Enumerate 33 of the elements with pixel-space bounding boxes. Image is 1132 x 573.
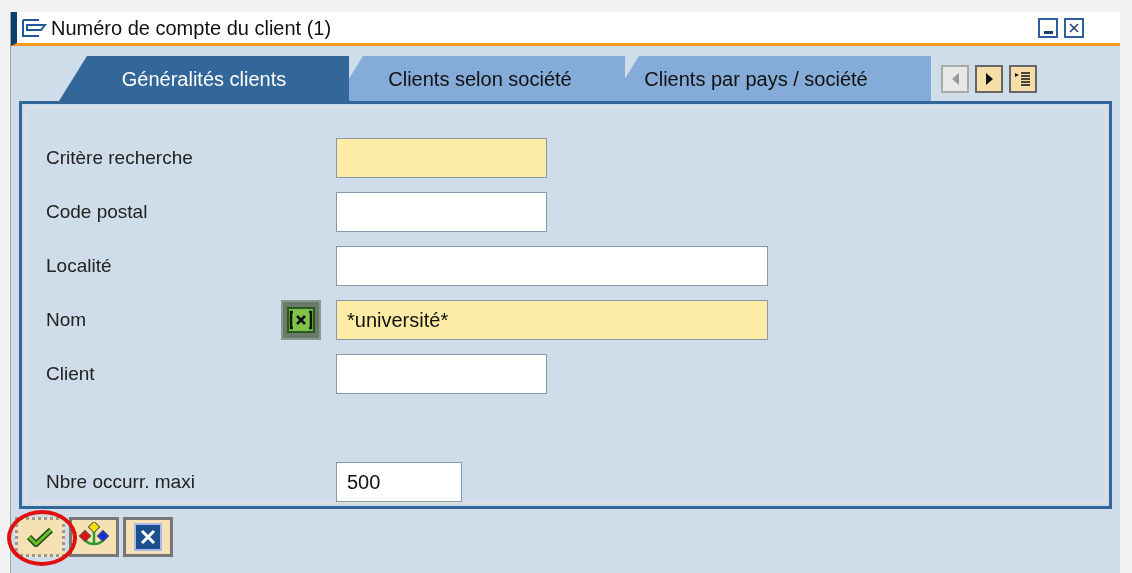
confirm-button[interactable] xyxy=(15,517,65,557)
field-label: Client xyxy=(45,361,96,386)
hierarchy-button[interactable] xyxy=(69,517,119,557)
input-field[interactable] xyxy=(336,138,547,178)
field-label: Critère recherche xyxy=(45,145,194,170)
tab[interactable]: Généralités clients xyxy=(59,56,349,101)
close-icon xyxy=(1069,22,1079,33)
multiple-selection-icon xyxy=(287,307,315,333)
close-button[interactable] xyxy=(1064,17,1084,38)
input-field[interactable] xyxy=(336,354,547,394)
input-field[interactable]: 500 xyxy=(336,462,462,502)
multiple-selection-button[interactable] xyxy=(281,300,321,340)
field-label: Nom xyxy=(45,307,88,332)
field-label: Code postal xyxy=(45,199,149,224)
cancel-button[interactable] xyxy=(123,517,173,557)
window-icon xyxy=(21,17,47,38)
scroll-right-button[interactable] xyxy=(975,65,1003,93)
left-triangle-icon xyxy=(951,73,959,85)
cancel-icon xyxy=(134,523,162,551)
input-field[interactable] xyxy=(336,192,547,232)
checkmark-icon xyxy=(27,527,53,547)
highlight-circle xyxy=(7,510,77,566)
minimize-button[interactable] xyxy=(1038,17,1058,38)
field-label: Nbre occurr. maxi xyxy=(45,469,196,494)
tab-overflow-edge xyxy=(901,56,931,101)
list-icon xyxy=(1015,71,1031,87)
tab-list-button[interactable] xyxy=(1009,65,1037,93)
input-field[interactable] xyxy=(336,246,768,286)
input-field[interactable]: *université* xyxy=(336,300,768,340)
window-title: Numéro de compte du client (1) xyxy=(51,15,332,41)
right-triangle-icon xyxy=(985,73,993,85)
minimize-icon xyxy=(1043,30,1053,34)
field-label: Localité xyxy=(45,253,113,278)
